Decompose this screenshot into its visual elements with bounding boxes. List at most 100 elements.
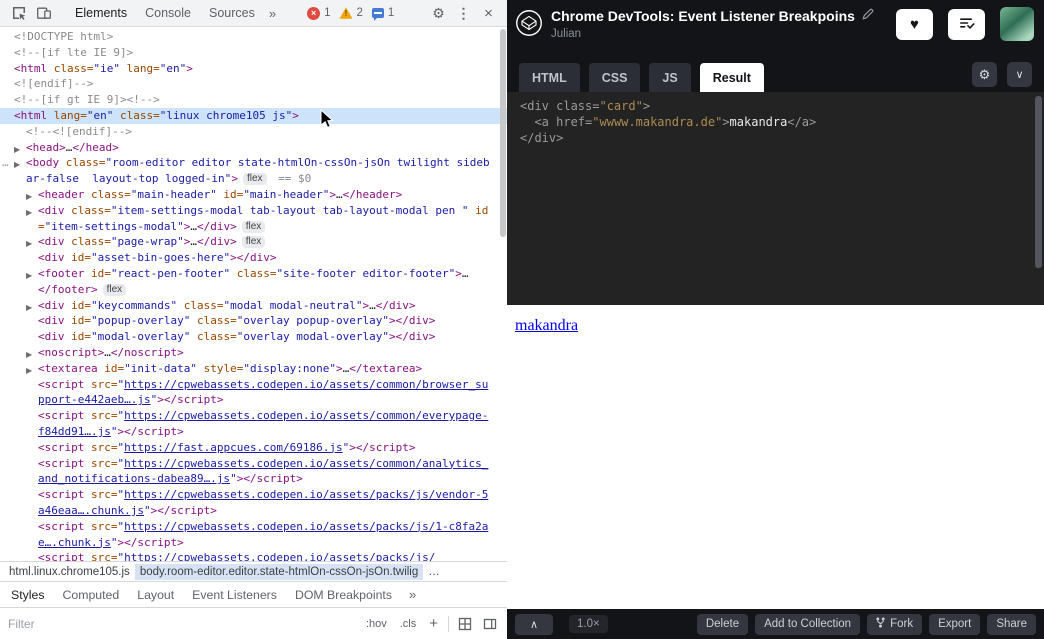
flex-badge[interactable]: flex [242, 236, 266, 248]
attr-token: class= [65, 235, 111, 248]
sidebar-tab-dom-breakpoints[interactable]: DOM Breakpoints [286, 588, 401, 602]
footer-button-add-to-collection[interactable]: Add to Collection [755, 614, 860, 635]
sidebar-tab-styles[interactable]: Styles [2, 588, 54, 602]
styles-filter-input[interactable] [8, 617, 356, 631]
device-toolbar-icon[interactable] [31, 0, 56, 26]
error-count-badge[interactable]: × 1 [307, 7, 330, 20]
footer-button-export[interactable]: Export [929, 614, 980, 635]
resource-link[interactable]: https://cpwebassets.codepen.io/assets/pa… [124, 551, 435, 561]
tree-node[interactable]: <html lang="en" class="linux chrome105 j… [0, 108, 507, 124]
mouse-cursor [320, 109, 334, 129]
attr-token: src= [84, 409, 117, 422]
expand-console-button[interactable]: ∧ [515, 614, 553, 635]
like-button[interactable]: ♥ [896, 9, 933, 40]
footer-button-share[interactable]: Share [987, 614, 1036, 635]
value-token: "popup-overlay" [91, 314, 190, 327]
comment-token: <!--[if gt IE 9]><!--> [14, 93, 160, 106]
settings-gear-icon[interactable]: ⚙ [426, 1, 451, 25]
layout-chevron-button[interactable]: ∨ [1007, 62, 1032, 87]
tree-node[interactable]: <!--[if gt IE 9]><!--> [0, 92, 507, 108]
tab-elements[interactable]: Elements [66, 0, 136, 26]
tree-node[interactable]: <script src="https://fast.appcues.com/69… [0, 440, 507, 456]
sidebar-tab-computed[interactable]: Computed [54, 588, 129, 602]
sidebar-tab-event-listeners[interactable]: Event Listeners [183, 588, 286, 602]
more-panels-icon[interactable]: » [264, 6, 281, 21]
flex-badge[interactable]: flex [243, 173, 267, 185]
list-check-button[interactable] [948, 9, 985, 40]
tab-html[interactable]: HTML [519, 63, 580, 92]
tab-sources[interactable]: Sources [200, 0, 264, 26]
attr-token: class= [65, 204, 111, 217]
attr-token: id= [65, 251, 92, 264]
footer-button-delete[interactable]: Delete [697, 614, 748, 635]
pen-settings-button[interactable]: ⚙ [972, 62, 997, 87]
tree-node[interactable]: ▶<div id="keycommands" class="modal moda… [0, 298, 507, 314]
inspect-icon[interactable] [6, 0, 31, 26]
closing-tag-token: </script> [124, 535, 184, 551]
elements-scrollbar[interactable] [500, 29, 506, 237]
toggle-element-state-button[interactable]: :hov [363, 616, 390, 632]
tree-node[interactable]: ▶<div class="page-wrap">…</div>flex [0, 234, 507, 250]
result-link[interactable]: makandra [515, 317, 578, 335]
grid-editor-icon[interactable] [456, 615, 474, 633]
tree-node[interactable]: <script src="https://cpwebassets.codepen… [0, 408, 507, 440]
tab-css[interactable]: CSS [589, 63, 641, 92]
element-classes-button[interactable]: .cls [397, 616, 420, 632]
tree-node[interactable]: ▶<noscript>…</noscript> [0, 345, 507, 361]
tree-node[interactable]: <div id="modal-overlay" class="overlay m… [0, 329, 507, 345]
tree-node[interactable]: <div id="asset-bin-goes-here"></div> [0, 250, 507, 266]
footer-button-fork[interactable]: Fork [867, 614, 922, 635]
button-label: Delete [706, 618, 739, 630]
flex-badge[interactable]: flex [103, 284, 127, 296]
breadcrumb-item[interactable]: … [423, 564, 445, 580]
computed-sidebar-icon[interactable] [481, 615, 499, 633]
warning-count-badge[interactable]: ! 2 [339, 7, 362, 19]
tree-node[interactable]: <script src="https://cpwebassets.codepen… [0, 377, 507, 409]
message-count-badge[interactable]: 1 [372, 7, 394, 19]
edit-title-icon[interactable] [862, 7, 874, 25]
tab-js[interactable]: JS [649, 63, 690, 92]
sidebar-tab-layout[interactable]: Layout [128, 588, 183, 602]
tree-node[interactable]: ▶<header class="main-header" id="main-he… [0, 187, 507, 203]
flex-badge[interactable]: flex [242, 221, 266, 233]
button-label: Export [938, 618, 971, 630]
tree-node[interactable]: <script src="https://cpwebassets.codepen… [0, 550, 507, 561]
tree-node[interactable]: ▶<div class="item-settings-modal tab-lay… [0, 203, 507, 235]
user-avatar[interactable] [1000, 7, 1034, 41]
editor-scrollbar[interactable] [1035, 96, 1042, 268]
attr-token: src= [84, 441, 117, 454]
html-editor[interactable]: <div class="card"> <a href="wwww.makandr… [507, 92, 1044, 305]
value-token: " [230, 472, 237, 485]
tree-node[interactable]: <script src="https://cpwebassets.codepen… [0, 519, 507, 551]
close-devtools-icon[interactable]: × [476, 1, 501, 25]
lines-check-icon [958, 15, 975, 34]
tree-node[interactable]: <!--<![endif]--> [0, 124, 507, 140]
tree-node[interactable]: <!--[if lte IE 9]> [0, 45, 507, 61]
tree-node[interactable]: ▶<footer id="react-pen-footer" class="si… [0, 266, 507, 298]
tree-node[interactable]: <html class="ie" lang="en"> [0, 61, 507, 77]
expand-arrow-icon[interactable]: ▶ [14, 157, 20, 173]
tree-node[interactable]: ▶<textarea id="init-data" style="display… [0, 361, 507, 377]
tree-node[interactable]: ▶<head>…</head> [0, 140, 507, 156]
tree-node[interactable]: <script src="https://cpwebassets.codepen… [0, 487, 507, 519]
expand-arrow-icon[interactable]: ▶ [26, 268, 32, 284]
tree-node[interactable]: <!DOCTYPE html> [0, 29, 507, 45]
zoom-level[interactable]: 1.0× [569, 615, 608, 633]
breadcrumb-item[interactable]: body.room-editor.editor.state-htmlOn-css… [135, 564, 423, 580]
tree-node[interactable]: <div id="popup-overlay" class="overlay p… [0, 313, 507, 329]
new-style-rule-button[interactable]: + [426, 615, 441, 632]
more-sidebar-tabs-icon[interactable]: » [409, 587, 416, 602]
expand-arrow-icon[interactable]: ▶ [26, 205, 32, 221]
tab-console[interactable]: Console [136, 0, 200, 26]
more-options-icon[interactable]: ⋮ [451, 1, 476, 25]
tree-node[interactable]: <script src="https://cpwebassets.codepen… [0, 456, 507, 488]
resource-link[interactable]: https://fast.appcues.com/69186.js [124, 441, 343, 454]
tab-result[interactable]: Result [700, 63, 764, 92]
tree-node[interactable]: <![endif]--> [0, 76, 507, 92]
tree-node[interactable]: …▶<body class="room-editor editor state-… [0, 155, 507, 187]
codepen-logo-icon[interactable] [515, 9, 543, 37]
closing-tag-token: </div> [396, 313, 436, 329]
value-token: "keycommands" [91, 299, 177, 312]
breadcrumb-item[interactable]: html.linux.chrome105.js [4, 564, 135, 580]
devtools-toolbar-right: ⚙ ⋮ × [426, 1, 501, 25]
